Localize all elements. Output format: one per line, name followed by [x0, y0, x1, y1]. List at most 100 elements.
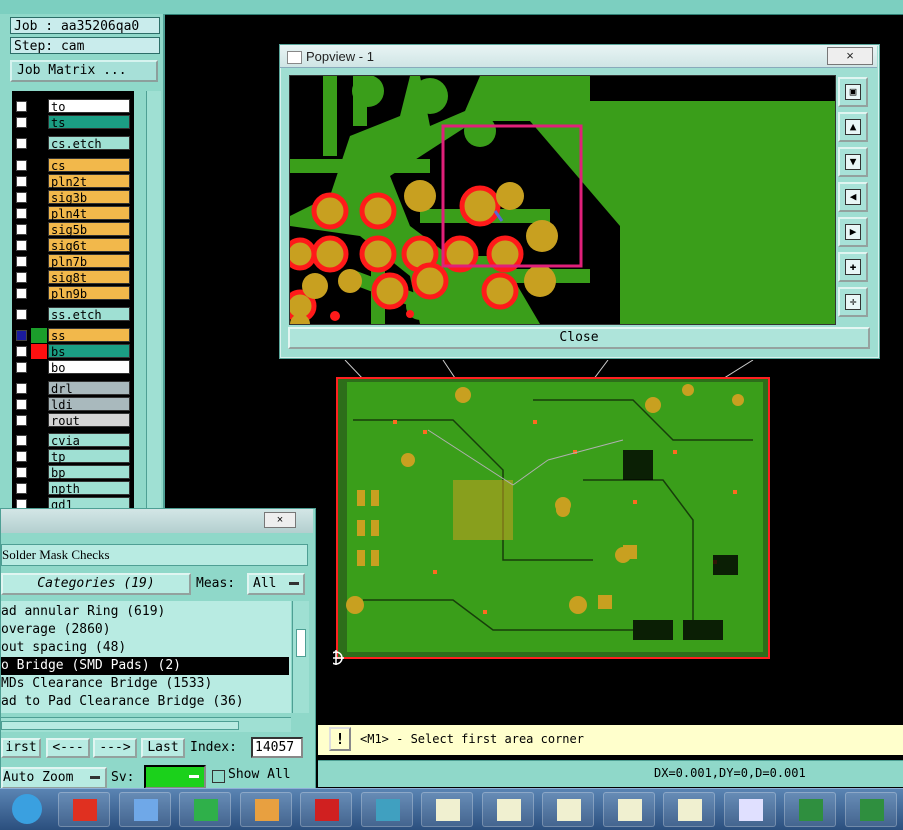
layer-checkbox[interactable] — [16, 329, 27, 341]
layer-row-pln9b[interactable]: pln9b — [14, 286, 134, 302]
taskbar-button[interactable] — [421, 792, 473, 827]
layer-row-sig5b[interactable]: sig5b — [14, 222, 134, 238]
layer-checkbox[interactable] — [16, 398, 27, 410]
job-matrix-button[interactable]: Job Matrix ... — [10, 60, 158, 82]
taskbar-button[interactable] — [300, 792, 352, 827]
layer-row-ss-etch[interactable]: ss.etch — [14, 307, 134, 322]
layer-color-swatch[interactable] — [31, 481, 47, 497]
layer-color-swatch[interactable] — [31, 412, 47, 428]
layer-checkbox[interactable] — [16, 192, 27, 204]
popview-canvas[interactable] — [289, 75, 836, 325]
layer-checkbox[interactable] — [16, 101, 27, 112]
layer-name[interactable]: cs — [48, 158, 130, 173]
taskbar-button[interactable] — [844, 792, 897, 827]
layer-row-pln4t[interactable]: pln4t — [14, 206, 134, 222]
show-all-checkbox[interactable] — [212, 770, 225, 783]
index-field[interactable]: 14057 — [251, 737, 303, 758]
layer-color-swatch[interactable] — [31, 396, 47, 412]
taskbar-button[interactable] — [784, 792, 836, 827]
layer-checkbox[interactable] — [16, 288, 27, 300]
zoom-select[interactable]: Auto Zoom — [1, 767, 107, 789]
zoom-out-button[interactable]: ✛ — [838, 287, 868, 317]
layer-name[interactable]: pln2t — [48, 174, 130, 189]
layer-color-swatch[interactable] — [31, 206, 47, 222]
last-button[interactable]: Last — [141, 738, 185, 758]
layer-checkbox[interactable] — [16, 309, 27, 320]
layer-row-bo[interactable]: bo — [14, 359, 134, 375]
layer-row-sig3b[interactable]: sig3b — [14, 190, 134, 206]
layer-row-pln7b[interactable]: pln7b — [14, 254, 134, 270]
pan-down-button[interactable]: ▼ — [838, 147, 868, 177]
layer-color-swatch[interactable] — [31, 449, 47, 465]
layer-row-ss[interactable]: ss — [14, 327, 134, 343]
layer-checkbox[interactable] — [16, 137, 27, 149]
layer-row-bs[interactable]: bs — [14, 343, 134, 359]
categories-button[interactable]: Categories (19) — [1, 573, 191, 595]
layer-name[interactable]: ldi — [48, 396, 130, 412]
category-item[interactable]: o Bridge (SMD Pads) (2) — [1, 657, 289, 675]
taskbar-button[interactable] — [360, 792, 413, 827]
taskbar-button[interactable] — [58, 792, 110, 827]
layer-color-swatch[interactable] — [31, 286, 47, 302]
taskbar-button[interactable] — [723, 792, 776, 827]
popview-close-button[interactable]: Close — [288, 327, 870, 349]
layer-name[interactable]: bo — [48, 359, 130, 375]
layer-name[interactable]: sig6t — [48, 238, 130, 253]
layer-name[interactable]: sig3b — [48, 190, 130, 205]
category-item[interactable]: ad annular Ring (619) — [1, 603, 289, 621]
layer-row-ldi[interactable]: ldi — [14, 396, 134, 412]
layer-name[interactable]: tp — [48, 449, 130, 464]
layer-name[interactable]: ts — [48, 115, 130, 130]
category-list-vscroll[interactable] — [292, 601, 309, 713]
layer-color-swatch[interactable] — [31, 190, 47, 206]
pan-left-button[interactable]: ◀ — [838, 182, 868, 212]
layer-row-sig6t[interactable]: sig6t — [14, 238, 134, 254]
taskbar-button[interactable] — [481, 792, 534, 827]
layer-checkbox[interactable] — [16, 435, 27, 447]
layer-checkbox[interactable] — [16, 361, 27, 373]
layer-name[interactable]: cvia — [48, 433, 130, 448]
layer-row-tp[interactable]: tp — [14, 449, 134, 465]
layer-name[interactable]: ss — [48, 327, 130, 343]
taskbar-button[interactable] — [663, 792, 715, 827]
layer-color-swatch[interactable] — [31, 99, 47, 114]
close-icon[interactable]: × — [264, 512, 296, 528]
layer-checkbox[interactable] — [16, 160, 27, 172]
category-list[interactable]: ad annular Ring (619) overage (2860) out s… — [1, 601, 291, 713]
taskbar-button[interactable] — [542, 792, 594, 827]
layer-color-swatch[interactable] — [31, 433, 47, 449]
layer-checkbox[interactable] — [16, 272, 27, 284]
layer-name[interactable]: sig8t — [48, 270, 130, 285]
layer-list-scrollbar[interactable] — [146, 91, 161, 521]
solder-mask-titlebar[interactable]: × — [1, 509, 313, 533]
taskbar-button[interactable] — [602, 792, 655, 827]
layer-row-rout[interactable]: rout — [14, 412, 134, 428]
layer-name[interactable]: to — [48, 99, 130, 114]
layer-name[interactable]: cs.etch — [48, 135, 130, 151]
layer-color-swatch[interactable] — [31, 380, 47, 396]
layer-color-swatch[interactable] — [31, 254, 47, 270]
meas-select[interactable]: All — [247, 573, 305, 595]
layer-row-cs[interactable]: cs — [14, 158, 134, 174]
board-overview[interactable] — [333, 360, 773, 665]
category-item[interactable]: MDs Clearance Bridge (1533) — [1, 675, 289, 693]
layer-name[interactable]: drl — [48, 380, 130, 396]
layer-name[interactable]: bp — [48, 465, 130, 480]
sv-select[interactable] — [144, 765, 206, 789]
layer-checkbox[interactable] — [16, 467, 27, 479]
next-button[interactable]: ---> — [93, 738, 137, 758]
layer-checkbox[interactable] — [16, 240, 27, 252]
zoom-in-button[interactable]: ✚ — [838, 252, 868, 282]
taskbar-button[interactable] — [118, 792, 171, 827]
layer-color-swatch[interactable] — [31, 222, 47, 238]
layer-row-bp[interactable]: bp — [14, 465, 134, 481]
pan-up-button[interactable]: ▲ — [838, 112, 868, 142]
layer-row-cvia[interactable]: cvia — [14, 433, 134, 449]
layer-color-swatch[interactable] — [31, 307, 47, 322]
prev-button[interactable]: <--- — [46, 738, 90, 758]
pan-right-button[interactable]: ▶ — [838, 217, 868, 247]
layer-row-drl[interactable]: drl — [14, 380, 134, 396]
layer-color-swatch[interactable] — [31, 343, 47, 359]
layer-color-swatch[interactable] — [31, 115, 47, 130]
layer-color-swatch[interactable] — [31, 465, 47, 481]
